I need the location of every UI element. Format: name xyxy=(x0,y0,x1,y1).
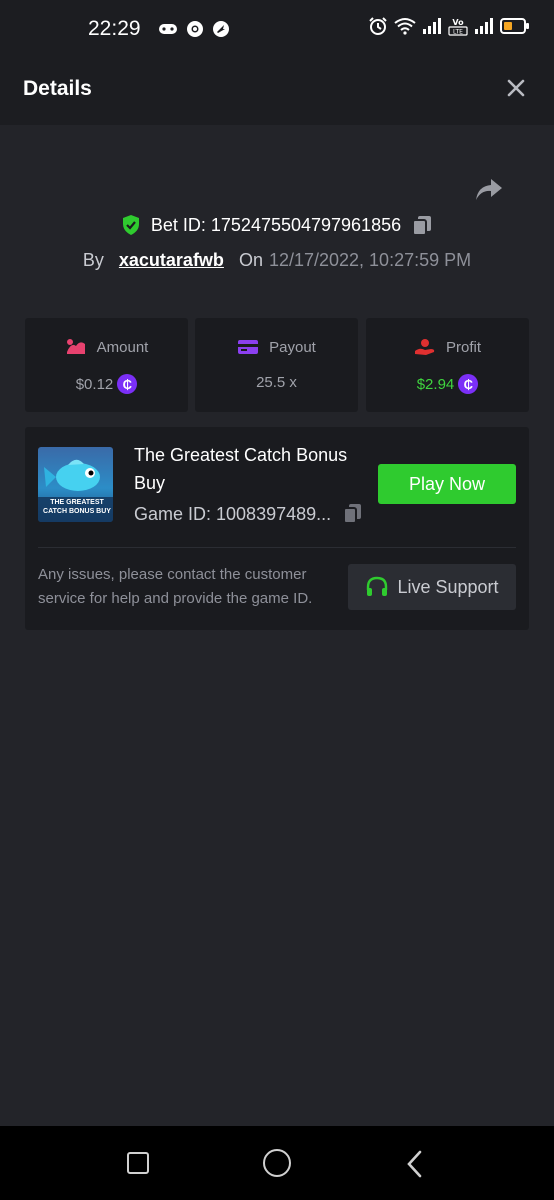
status-time: 22:29 xyxy=(88,17,141,40)
profit-icon xyxy=(414,339,435,355)
payout-icon xyxy=(238,340,259,354)
profit-card: Profit $2.94 ₵ xyxy=(366,318,529,412)
battery-icon xyxy=(500,18,529,34)
live-support-label: Live Support xyxy=(397,576,499,597)
divider xyxy=(38,547,516,548)
chrome-icon xyxy=(187,21,203,37)
copy-icon[interactable] xyxy=(411,214,433,236)
copy-icon[interactable] xyxy=(343,503,363,525)
payout-label: Payout xyxy=(269,338,316,356)
recents-button[interactable] xyxy=(127,1152,149,1174)
game-card: THE GREATEST CATCH BONUS BUY The Greates… xyxy=(25,427,529,630)
amount-value: $0.12 xyxy=(75,375,114,393)
bet-meta-row: By xacutarafwb On 12/17/2022, 10:27:59 P… xyxy=(0,250,554,271)
game-thumbnail[interactable]: THE GREATEST CATCH BONUS BUY xyxy=(38,447,113,522)
coin-icon: ₵ xyxy=(458,374,479,394)
system-nav-bar xyxy=(0,1126,554,1200)
details-header: Details xyxy=(0,50,554,125)
gamepad-icon xyxy=(159,24,177,34)
share-icon[interactable] xyxy=(474,176,504,204)
game-id-row: Game ID: 1008397489... xyxy=(134,503,363,525)
amount-icon xyxy=(66,339,85,354)
status-bar: 22:29 Vo LTE xyxy=(0,0,554,50)
by-label: By xyxy=(82,250,104,270)
amount-card: Amount $0.12 ₵ xyxy=(25,318,188,412)
svg-text:LTE: LTE xyxy=(453,29,463,36)
amount-label: Amount xyxy=(96,338,149,356)
volte-icon: Vo LTE xyxy=(448,18,468,36)
signal-icon xyxy=(475,18,493,34)
shield-check-icon xyxy=(122,215,139,235)
coin-icon: ₵ xyxy=(117,374,138,394)
bet-id-row: Bet ID: 1752475504797961856 xyxy=(0,214,554,236)
username-link[interactable]: xacutarafwb xyxy=(119,250,224,271)
profit-label: Profit xyxy=(445,338,481,356)
live-support-button[interactable]: Live Support xyxy=(348,564,516,610)
home-button[interactable] xyxy=(263,1149,291,1177)
game-title: The Greatest Catch Bonus Buy xyxy=(134,445,348,493)
close-icon[interactable] xyxy=(504,76,528,100)
on-label: On xyxy=(238,250,263,270)
status-left-icons xyxy=(158,20,230,38)
alarm-icon xyxy=(369,17,387,35)
headset-icon xyxy=(367,576,388,596)
back-icon[interactable] xyxy=(405,1150,425,1178)
signal-icon xyxy=(423,18,441,34)
support-message: Any issues, please contact the customer … xyxy=(38,566,313,607)
page-title: Details xyxy=(23,77,92,100)
status-right-icons: Vo LTE xyxy=(368,16,530,36)
profit-value: $2.94 xyxy=(416,375,455,393)
bet-id: Bet ID: 1752475504797961856 xyxy=(150,214,402,235)
bet-date: 12/17/2022, 10:27:59 PM xyxy=(268,250,472,270)
thumb-label: THE GREATEST CATCH BONUS BUY xyxy=(43,499,111,515)
svg-text:Vo: Vo xyxy=(452,18,464,27)
payout-card: Payout 25.5 x xyxy=(195,318,358,412)
play-now-button[interactable]: Play Now xyxy=(378,464,516,504)
game-id: Game ID: 1008397489... xyxy=(134,503,332,524)
wifi-icon xyxy=(394,18,416,35)
payout-value: 25.5 x xyxy=(256,374,297,391)
app-icon xyxy=(213,21,229,37)
